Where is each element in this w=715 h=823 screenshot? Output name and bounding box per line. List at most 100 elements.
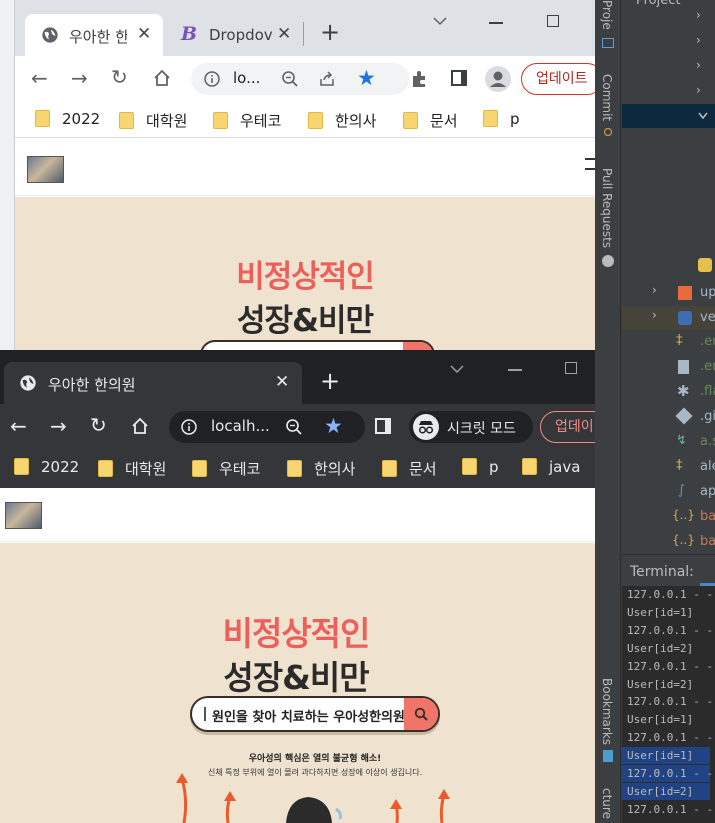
- info-icon[interactable]: [181, 419, 197, 435]
- minimize-icon[interactable]: [508, 369, 522, 371]
- terminal-line: User[id=2]: [627, 677, 694, 691]
- bookmark-folder-grad[interactable]: 대학원: [119, 110, 187, 131]
- bookmark-folder-2022[interactable]: 2022: [14, 458, 79, 476]
- tab-dropdown[interactable]: B Dropdov ✕: [173, 14, 313, 56]
- back-arrow-icon[interactable]: ←: [10, 414, 27, 438]
- tab-title: Dropdov: [209, 26, 273, 44]
- bookmark-star-icon[interactable]: ★: [324, 414, 343, 438]
- share-icon[interactable]: [318, 70, 336, 88]
- chevron-right-icon[interactable]: ›: [696, 83, 701, 97]
- globe-icon: [20, 375, 36, 391]
- side-panel-icon[interactable]: [375, 418, 391, 434]
- side-panel-icon[interactable]: [451, 70, 467, 86]
- tree-item[interactable]: ‡.en: [622, 330, 715, 354]
- hero-search-button[interactable]: [403, 342, 433, 350]
- bookmarks-bar: 2022 대학원 우테코 한의사 문서 p java: [0, 450, 596, 488]
- tree-item[interactable]: ‡ale: [622, 455, 715, 479]
- tab-close-icon[interactable]: ✕: [137, 24, 151, 44]
- update-button[interactable]: 업데이트: [521, 63, 595, 95]
- forward-arrow-icon[interactable]: →: [71, 66, 88, 90]
- bookmark-folder-wooteco[interactable]: 우테코: [213, 110, 281, 131]
- bookmark-folder-p[interactable]: p: [462, 458, 499, 476]
- reload-icon[interactable]: ↻: [111, 65, 128, 89]
- tab-search-chevron-icon[interactable]: [450, 364, 464, 374]
- extensions-icon[interactable]: [410, 69, 430, 89]
- tree-item[interactable]: .gi: [622, 405, 715, 429]
- home-icon[interactable]: [131, 417, 149, 435]
- minimize-icon[interactable]: [489, 22, 503, 24]
- bookmarks-tool-tab[interactable]: Bookmarks: [600, 678, 614, 745]
- bookmark-folder-grad[interactable]: 대학원: [98, 458, 166, 479]
- tree-item[interactable]: {..} ba: [622, 530, 715, 554]
- tree-item[interactable]: ↯a.s: [622, 430, 715, 454]
- new-tab-button[interactable]: +: [320, 367, 340, 395]
- folder-icon: [192, 460, 207, 477]
- hero-search-button[interactable]: [404, 698, 438, 730]
- bookmark-folder-doctor[interactable]: 한의사: [287, 458, 355, 479]
- terminal-line: 127.0.0.1 - -: [627, 623, 714, 637]
- tab-close-icon[interactable]: ✕: [277, 24, 291, 44]
- chevron-right-icon[interactable]: ›: [696, 33, 701, 47]
- tab-divider: [303, 22, 304, 46]
- bookmark-folder-p[interactable]: p: [483, 110, 520, 128]
- bookmark-folder-2022[interactable]: 2022: [35, 110, 100, 128]
- tab-search-chevron-icon[interactable]: [433, 16, 447, 26]
- site-logo[interactable]: [5, 502, 42, 529]
- tab-woowahan[interactable]: 우아한 한의원 ✕: [4, 362, 302, 404]
- forward-arrow-icon[interactable]: →: [50, 414, 67, 438]
- tab-woowahan[interactable]: 우아한 한 ✕: [25, 14, 163, 56]
- tree-item[interactable]: .en: [622, 355, 715, 379]
- bookmark-folder-wooteco[interactable]: 우테코: [192, 458, 260, 479]
- commit-tool-tab[interactable]: Commit: [600, 74, 614, 121]
- terminal-output[interactable]: 127.0.0.1 - - User[id=1] 127.0.0.1 - - User…: [622, 586, 715, 823]
- update-button[interactable]: 업데이: [540, 411, 596, 443]
- bookmark-folder-docs[interactable]: 문서: [403, 110, 458, 131]
- pull-requests-tool-tab[interactable]: Pull Requests: [600, 168, 614, 248]
- bookmark-folder-docs[interactable]: 문서: [382, 458, 437, 479]
- tab-close-icon[interactable]: ✕: [275, 372, 289, 392]
- new-tab-button[interactable]: +: [320, 18, 340, 46]
- hero-search-bar[interactable]: 원인을 찾아 치료하는 우아성한의원: [190, 696, 440, 732]
- bookmark-star-icon[interactable]: ★: [357, 66, 376, 90]
- maximize-icon[interactable]: [565, 362, 577, 374]
- hero-title-line1: 비정상적인: [236, 259, 375, 295]
- address-bar[interactable]: lo... ★: [191, 63, 409, 95]
- hamburger-menu-icon[interactable]: [585, 158, 595, 170]
- project-tool-tab[interactable]: Proje: [600, 0, 614, 30]
- incognito-indicator[interactable]: 시크릿 모드: [409, 411, 533, 443]
- site-logo[interactable]: [27, 156, 64, 183]
- structure-tool-tab[interactable]: cture: [600, 788, 614, 819]
- chevron-right-icon[interactable]: ›: [696, 58, 701, 72]
- info-icon[interactable]: [204, 71, 220, 87]
- zoom-icon[interactable]: [281, 70, 299, 88]
- maximize-icon[interactable]: [547, 15, 559, 27]
- reload-icon[interactable]: ↻: [90, 413, 107, 437]
- python-icon: [698, 258, 712, 272]
- site-header: [15, 140, 595, 196]
- hero-search-pill[interactable]: [200, 340, 435, 350]
- tree-item[interactable]: ✱.fla: [622, 380, 715, 404]
- zoom-icon[interactable]: [285, 418, 303, 436]
- tree-item[interactable]: › up: [622, 281, 715, 305]
- url-text: localh...: [211, 417, 270, 435]
- venv-folder-icon: [678, 311, 692, 325]
- tree-item[interactable]: ∫ ap: [622, 480, 715, 504]
- tab-title: 우아한 한: [69, 28, 127, 46]
- bookmark-icon: [603, 750, 613, 762]
- tree-item[interactable]: {..} ba: [622, 505, 715, 529]
- terminal-title: Terminal:: [630, 564, 694, 580]
- terminal-line: User[id=2]: [627, 641, 694, 655]
- commit-icon: [604, 128, 612, 136]
- address-bar[interactable]: localh... ★: [169, 411, 365, 443]
- home-icon[interactable]: [153, 69, 171, 87]
- bookmark-folder-java[interactable]: java: [522, 458, 580, 476]
- profile-avatar-icon[interactable]: [485, 66, 511, 92]
- project-tree: Project › › › › ›up ›ve ‡.en .en ✱.fla .…: [622, 0, 715, 552]
- tree-item[interactable]: › ve: [622, 306, 715, 330]
- back-arrow-icon[interactable]: ←: [31, 66, 48, 90]
- tree-row-selected[interactable]: [622, 104, 715, 128]
- terminal-line: User[id=2]: [622, 782, 710, 800]
- chevron-right-icon[interactable]: ›: [696, 8, 701, 22]
- hero-title-line2: 성장&비만: [223, 658, 369, 697]
- bookmark-folder-doctor[interactable]: 한의사: [308, 110, 376, 131]
